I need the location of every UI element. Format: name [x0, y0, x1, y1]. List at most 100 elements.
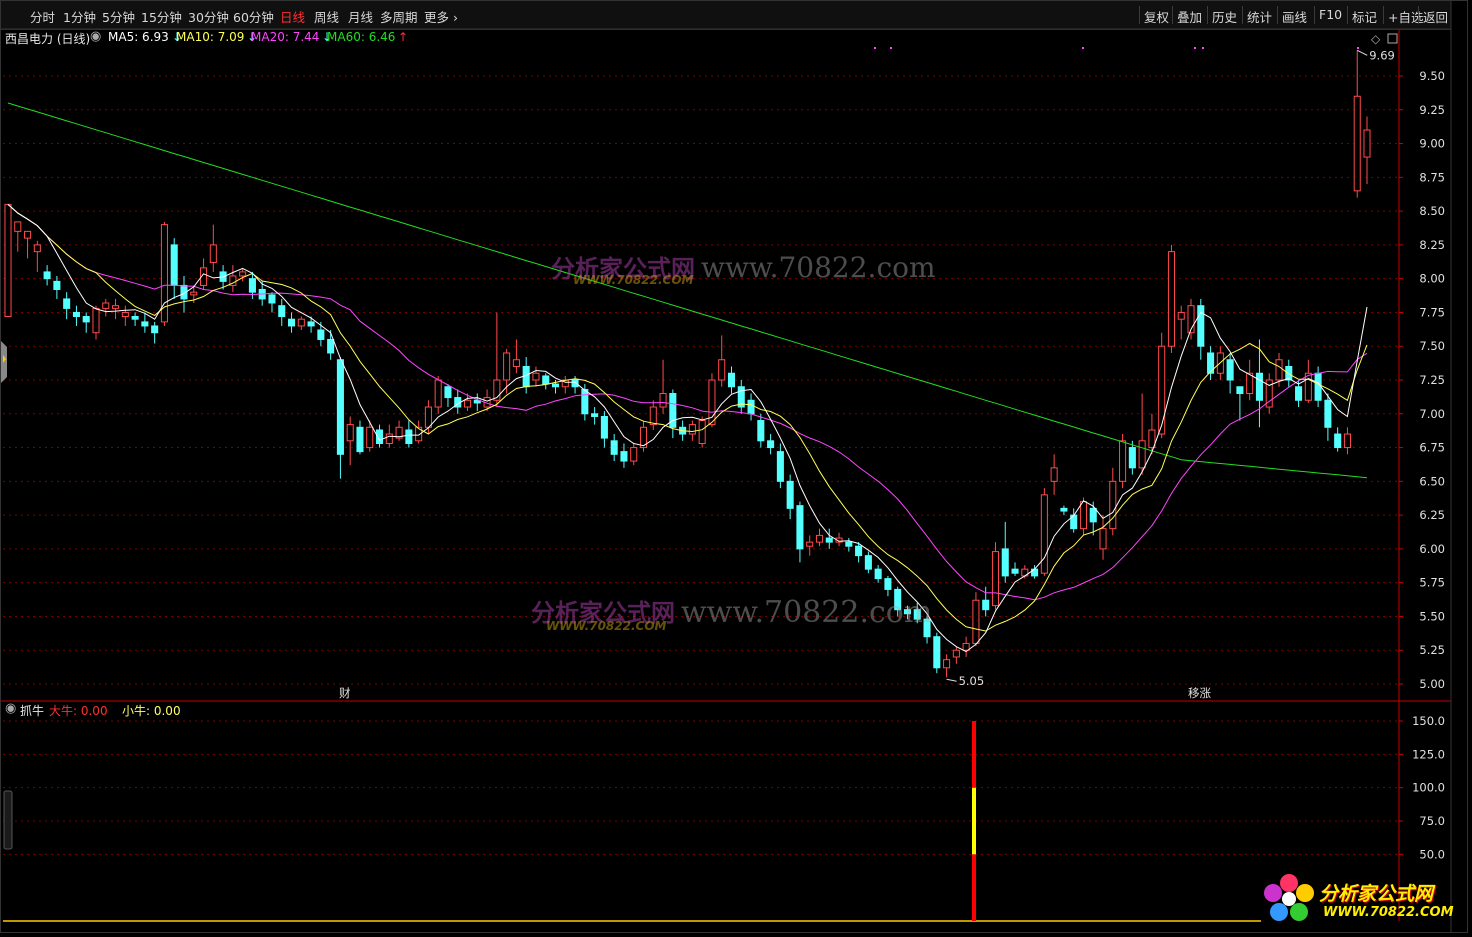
candle-body	[855, 545, 863, 557]
candle-body	[1158, 345, 1166, 435]
candle-body	[209, 244, 217, 263]
candle-body	[512, 359, 520, 367]
candle-body	[864, 555, 872, 570]
price-tick-label: 8.25	[1419, 238, 1445, 252]
candle-body	[385, 433, 393, 445]
sub-tick-label: 150.0	[1412, 714, 1445, 728]
candle-body	[767, 440, 775, 449]
candle-body	[121, 311, 129, 317]
candle-body	[503, 352, 511, 381]
candle-body	[33, 244, 41, 253]
signal-dot	[1357, 47, 1359, 49]
low-pointer	[946, 678, 957, 682]
candle-body	[444, 386, 452, 399]
candle-body	[933, 636, 941, 669]
candle-body	[542, 375, 550, 385]
left-edge-handle	[1, 341, 7, 383]
candle-body	[991, 551, 1000, 607]
price-tick-label: 7.50	[1419, 339, 1445, 353]
logo-cn-text: 分析家公式网	[1319, 883, 1434, 905]
candle-body	[1040, 494, 1048, 574]
sub-options-icon[interactable]: ◉	[5, 701, 16, 716]
candle-body	[1011, 568, 1019, 574]
candle-body	[659, 393, 667, 408]
candle-body	[952, 649, 960, 658]
candle-body	[24, 230, 32, 239]
maximize-icon	[1387, 33, 1398, 44]
candle-body	[1314, 372, 1322, 401]
candle-body	[170, 244, 178, 286]
candle-body	[248, 278, 256, 293]
candle-body	[982, 599, 990, 611]
candle-body	[43, 271, 51, 280]
candle-body	[190, 291, 198, 296]
signal-dot	[1194, 47, 1196, 49]
candle-body	[688, 424, 696, 435]
candle-body	[884, 578, 892, 590]
candle-body	[112, 305, 120, 309]
candle-body	[610, 440, 618, 455]
sub-tick-label: 50.0	[1419, 847, 1445, 861]
candle-body	[63, 298, 71, 309]
price-tick-label: 9.50	[1419, 69, 1445, 83]
candle-body	[92, 307, 100, 334]
candle-body	[1001, 548, 1009, 577]
candle-body	[356, 426, 364, 453]
candle-body	[366, 426, 374, 449]
candle-body	[1050, 467, 1058, 482]
candle-body	[1363, 129, 1371, 158]
candle-body	[1089, 507, 1097, 523]
candle-body	[131, 315, 139, 320]
candle-body	[1334, 433, 1342, 449]
candle-body	[962, 642, 970, 651]
big-bull-value: 大牛: 0.00	[49, 704, 108, 718]
price-tick-label: 6.00	[1419, 542, 1445, 556]
candle-body	[649, 406, 657, 426]
candle-body	[747, 399, 755, 415]
candle-body	[288, 318, 296, 327]
price-tick-label: 8.00	[1419, 272, 1445, 286]
candle-body	[698, 420, 706, 445]
candle-body	[1197, 305, 1205, 347]
candle-body	[463, 399, 472, 408]
candle-body	[874, 568, 882, 580]
candle-body	[913, 609, 921, 620]
candle-body	[405, 429, 413, 445]
candle-body	[141, 321, 149, 327]
event-marker-move: 移涨	[1188, 686, 1211, 700]
signal-dot	[874, 47, 876, 49]
main-chart[interactable]: 9.50 9.25 9.00 8.75 8.50 8.25 8.00 7.75 7.50 7.25…	[1, 1, 1467, 932]
candle-body	[307, 321, 315, 327]
flower-logo-icon	[1264, 874, 1314, 921]
price-tick-label: 9.00	[1419, 137, 1445, 151]
candle-body	[1079, 501, 1087, 530]
candle-body	[327, 338, 335, 354]
price-tick-label: 7.25	[1419, 373, 1445, 387]
candle-body	[845, 541, 853, 547]
event-marker-finance: 财	[339, 686, 351, 700]
diamond-icon: ◇	[1371, 32, 1381, 46]
candle-body	[972, 599, 980, 644]
candle-body	[551, 383, 560, 388]
candle-body	[1109, 480, 1117, 530]
price-tick-label: 5.25	[1419, 643, 1445, 657]
candle-body	[1343, 433, 1351, 449]
candle-body	[14, 221, 22, 232]
price-tick-label: 6.50	[1419, 474, 1445, 488]
candle-body	[102, 302, 110, 309]
candle-body	[806, 541, 814, 547]
low-price-label: 5.05	[959, 674, 985, 688]
price-tick-label: 8.50	[1419, 204, 1445, 218]
candle-body	[1226, 359, 1234, 381]
price-tick-label: 6.75	[1419, 441, 1445, 455]
candle-body	[815, 534, 824, 543]
candle-body	[620, 451, 628, 462]
signal-dot	[1202, 47, 1204, 49]
bull-signal-bar	[972, 787, 976, 855]
candle-body	[1177, 311, 1185, 320]
app-window: 分时 1分钟 5分钟 15分钟 30分钟 60分钟 日线 周线 月线 多周期 更多 › 复权 叠加 历史…	[0, 0, 1468, 933]
candle-body	[53, 280, 61, 290]
candle-body	[1167, 251, 1175, 347]
candle-body	[278, 305, 286, 317]
candle-body	[268, 294, 276, 304]
